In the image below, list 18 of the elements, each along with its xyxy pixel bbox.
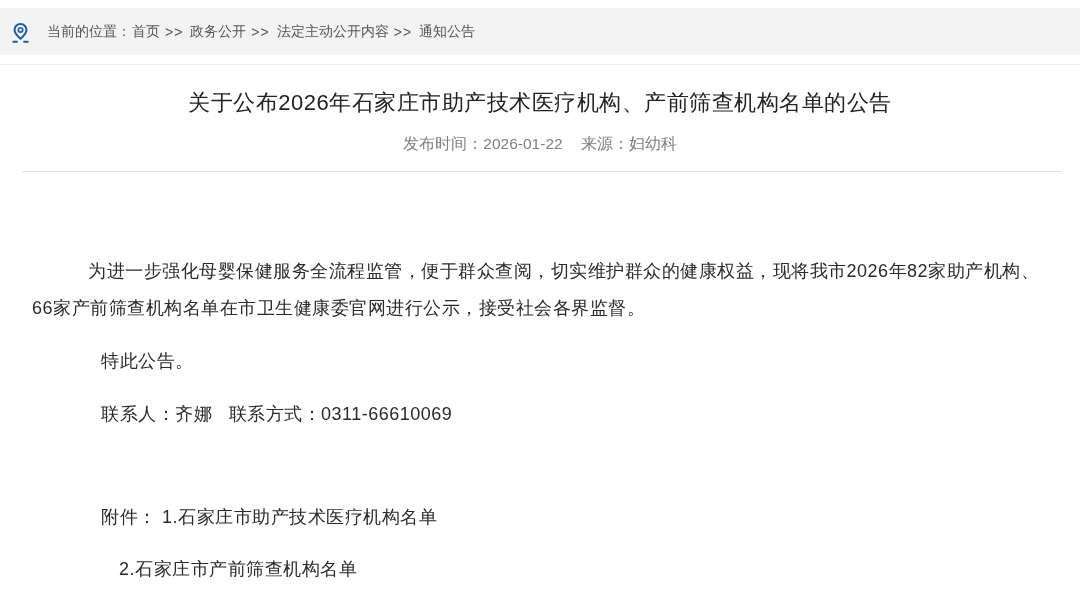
breadcrumb-separator: >> — [251, 23, 270, 40]
breadcrumb-separator: >> — [165, 23, 184, 40]
attachment-label: 附件： — [101, 507, 157, 527]
attachment-item: 2.石家庄市产前筛查机构名单 — [119, 559, 357, 579]
attachment-item: 1.石家庄市助产技术医疗机构名单 — [162, 507, 438, 527]
body-paragraph: 联系人：齐娜 联系方式：0311-66610069 — [100, 403, 454, 426]
publish-date: 发布时间：2026-01-22 — [403, 134, 563, 154]
breadcrumb-link[interactable]: 通知公告 — [419, 22, 476, 41]
location-pin-icon — [12, 21, 29, 44]
body-paragraph: 为进一步强化母婴保健服务全流程监管，便于群众查阅，切实维护群众的健康权益，现将我市2026年82家助产机构、66家产前筛查机构名单在市卫生健康委官网进行公示，接受社会各界监督。 — [32, 260, 1041, 320]
breadcrumb-link[interactable]: 法定主动公开内容 — [276, 22, 389, 41]
article-title: 关于公布2026年石家庄市助产技术医疗机构、产前筛查机构名单的公告 — [187, 89, 893, 117]
breadcrumb-label: 当前的位置： — [47, 22, 131, 41]
breadcrumb-link[interactable]: 首页 — [132, 22, 160, 41]
breadcrumb-link[interactable]: 政务公开 — [190, 22, 247, 41]
breadcrumb-separator: >> — [393, 23, 413, 40]
article-source: 来源：妇幼科 — [580, 134, 677, 154]
body-paragraph: 特此公告。 — [100, 350, 195, 373]
